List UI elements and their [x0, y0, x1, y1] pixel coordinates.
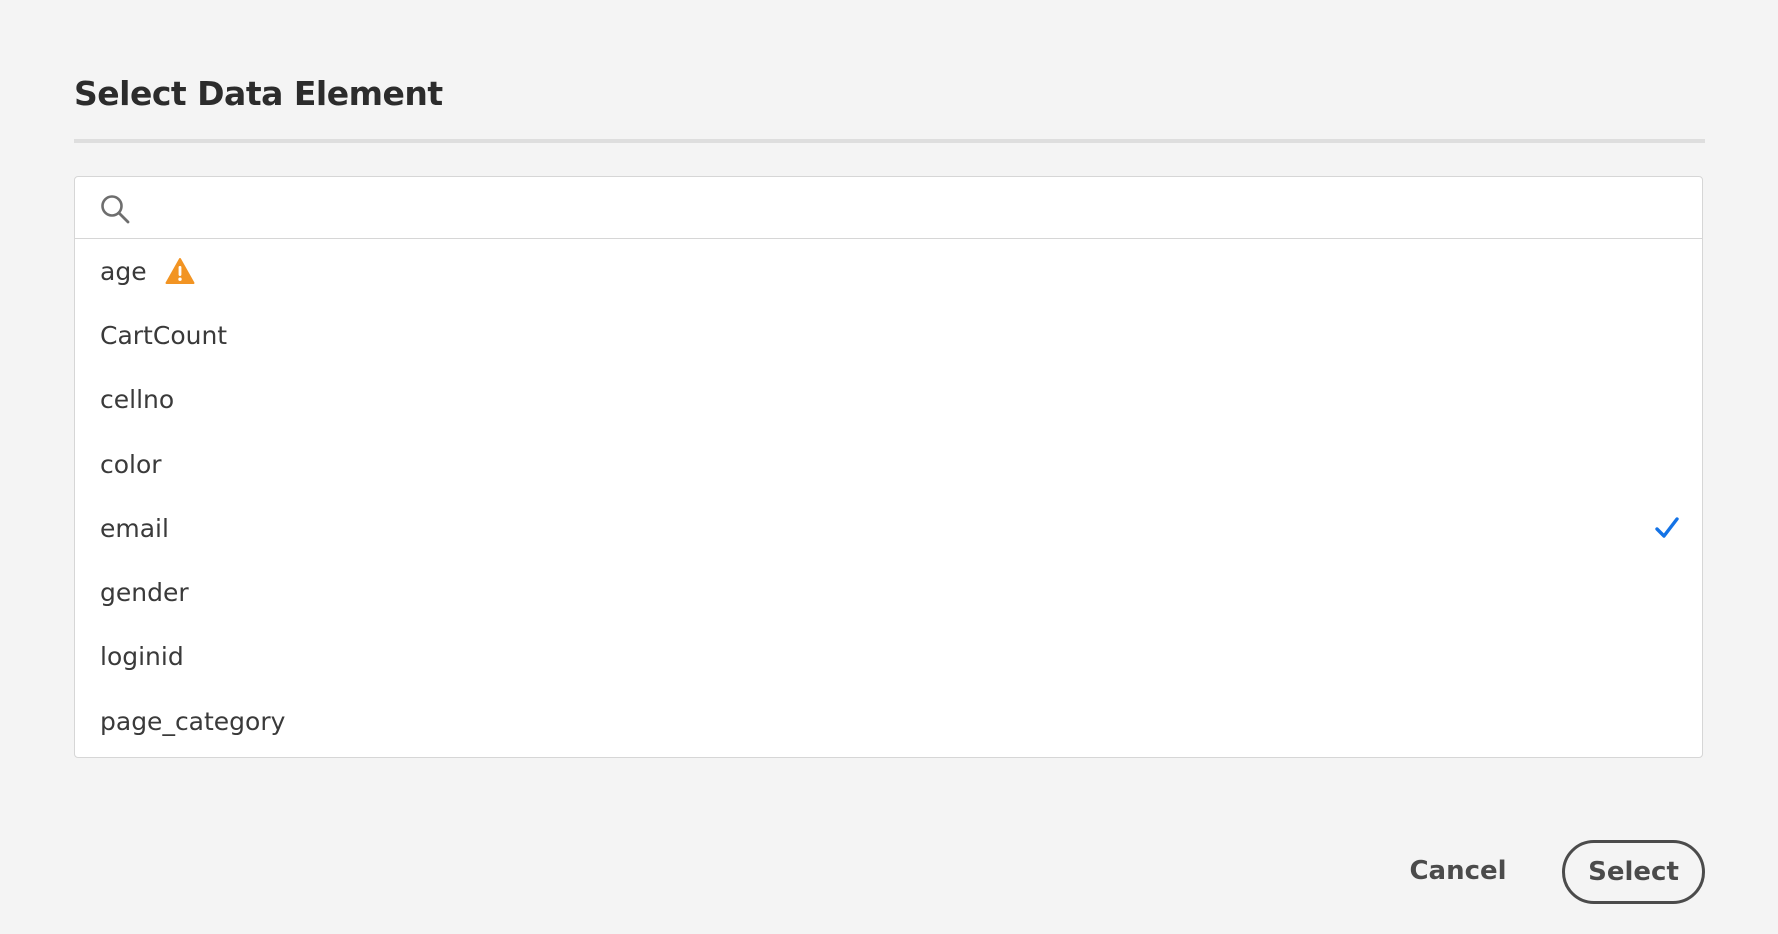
select-button[interactable]: Select: [1562, 840, 1705, 904]
list-item-label: age: [100, 256, 147, 286]
list-item-page-category[interactable]: page_category: [75, 689, 1702, 753]
search-bar: [75, 177, 1702, 239]
search-input[interactable]: [145, 185, 1686, 231]
title-divider: [74, 139, 1705, 143]
list-item-color[interactable]: color: [75, 432, 1702, 496]
dialog-title: Select Data Element: [74, 74, 443, 113]
list-item-label: cellno: [100, 385, 175, 415]
list-item-label: CartCount: [100, 320, 228, 350]
list-item-age[interactable]: age: [75, 239, 1702, 303]
list-item-email[interactable]: email: [75, 496, 1702, 560]
warning-icon: [165, 258, 195, 285]
list-item-label: email: [100, 513, 169, 543]
list-item-gender[interactable]: gender: [75, 560, 1702, 624]
list-item-cellno[interactable]: cellno: [75, 368, 1702, 432]
search-icon: [101, 195, 130, 224]
list-item-label: color: [100, 449, 162, 479]
data-element-list-panel: age CartCount cellno color email gender: [74, 176, 1703, 758]
checkmark-icon: [1655, 517, 1679, 539]
list-item-cartcount[interactable]: CartCount: [75, 303, 1702, 367]
list-item-label: gender: [100, 578, 189, 608]
data-element-list: age CartCount cellno color email gender: [75, 239, 1702, 753]
list-item-label: page_category: [100, 706, 286, 736]
list-item-label: loginid: [100, 642, 184, 672]
list-item-loginid[interactable]: loginid: [75, 625, 1702, 689]
cancel-button[interactable]: Cancel: [1400, 847, 1516, 895]
